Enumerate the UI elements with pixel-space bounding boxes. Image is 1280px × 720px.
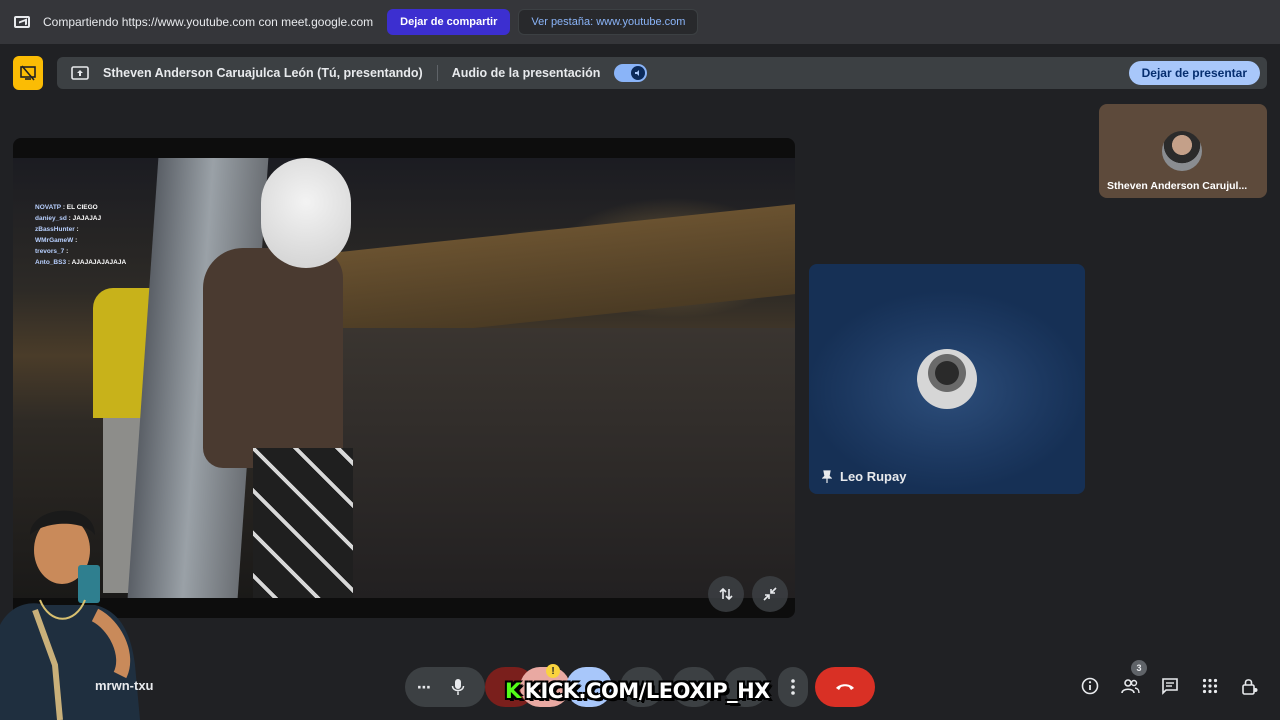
stream-chat-overlay: NOVATP : EL CIEGO daniey_sd : JAJAJAJ zB… bbox=[35, 202, 126, 268]
divider bbox=[436, 65, 438, 81]
stop-sharing-button[interactable]: Dejar de compartir bbox=[387, 9, 511, 35]
people-button[interactable] bbox=[1118, 674, 1142, 698]
presentation-banner: Stheven Anderson Caruajulca León (Tú, pr… bbox=[57, 57, 1267, 89]
present-off-icon bbox=[20, 65, 36, 81]
kick-url-text: KICK.COM/LEOXIP_HX bbox=[524, 679, 771, 703]
activities-button[interactable] bbox=[1198, 674, 1222, 698]
kick-stream-overlay: K KICK.COM/LEOXIP_HX bbox=[505, 673, 777, 709]
chat-line: WMrGameW : bbox=[35, 237, 78, 244]
swap-vert-icon bbox=[719, 587, 733, 601]
collapse-icon bbox=[763, 587, 777, 601]
people-count-badge: 3 bbox=[1131, 660, 1147, 676]
presenting-indicator[interactable] bbox=[13, 56, 43, 90]
people-icon bbox=[1121, 679, 1140, 694]
avatar bbox=[1162, 131, 1202, 171]
chat-line: Anto_BS3 : AJAJAJAJAJAJA bbox=[35, 259, 127, 266]
participant-name: Leo Rupay bbox=[840, 469, 907, 484]
more-audio-options-icon[interactable]: ⋯ bbox=[417, 679, 431, 696]
share-bar: Compartiendo https://www.youtube.com con… bbox=[0, 0, 1280, 44]
participant-name: Stheven Anderson Carujul... bbox=[1107, 180, 1248, 192]
screen-share-icon bbox=[14, 16, 30, 28]
chat-icon bbox=[1162, 678, 1178, 695]
lock-person-icon bbox=[1242, 679, 1258, 695]
chat-line: daniey_sd : JAJAJAJ bbox=[35, 215, 102, 222]
presentation-audio-label: Audio de la presentación bbox=[451, 66, 601, 80]
presenter-label: Stheven Anderson Caruajulca León (Tú, pr… bbox=[103, 66, 423, 80]
video-white-hood bbox=[261, 158, 351, 268]
avatar bbox=[917, 349, 977, 409]
stop-presenting-button[interactable]: Dejar de presentar bbox=[1128, 61, 1260, 85]
chat-line: NOVATP : EL CIEGO bbox=[35, 204, 98, 211]
kick-logo: K bbox=[505, 679, 521, 703]
audio-controls-group: ⋯ bbox=[405, 667, 485, 707]
apps-grid-icon bbox=[1202, 678, 1218, 694]
video-person-brown bbox=[203, 248, 343, 468]
video-wall bbox=[333, 203, 795, 343]
view-tab-button[interactable]: Ver pestaña: www.youtube.com bbox=[518, 9, 699, 35]
presentation-status bbox=[13, 56, 43, 90]
chat-line: trevors_7 : bbox=[35, 248, 69, 255]
call-end-icon bbox=[836, 684, 854, 690]
pin-icon bbox=[822, 469, 832, 483]
share-status-text: Compartiendo https://www.youtube.com con… bbox=[43, 15, 374, 29]
presentation-audio-toggle[interactable] bbox=[614, 64, 648, 82]
pinned-participant-tile[interactable]: Leo Rupay bbox=[809, 264, 1085, 494]
minimize-tile-button[interactable] bbox=[752, 576, 788, 612]
meeting-code: mrwn-txu bbox=[95, 678, 154, 693]
present-to-all-icon bbox=[71, 66, 89, 80]
chat-line: zBassHunter : bbox=[35, 226, 79, 233]
more-options-button[interactable] bbox=[778, 667, 808, 707]
leave-call-button[interactable] bbox=[815, 667, 875, 707]
video-patterned-pants bbox=[253, 448, 353, 598]
host-controls-button[interactable] bbox=[1238, 674, 1262, 698]
chat-button[interactable] bbox=[1158, 674, 1182, 698]
volume-icon bbox=[631, 66, 646, 80]
microphone-icon[interactable] bbox=[451, 678, 465, 696]
info-icon bbox=[1081, 677, 1099, 695]
more-vert-icon bbox=[791, 679, 795, 695]
meeting-details-button[interactable] bbox=[1078, 674, 1102, 698]
swap-tiles-button[interactable] bbox=[708, 576, 744, 612]
participant-label: Leo Rupay bbox=[822, 469, 906, 484]
self-participant-tile[interactable]: Stheven Anderson Carujul... bbox=[1099, 104, 1267, 198]
